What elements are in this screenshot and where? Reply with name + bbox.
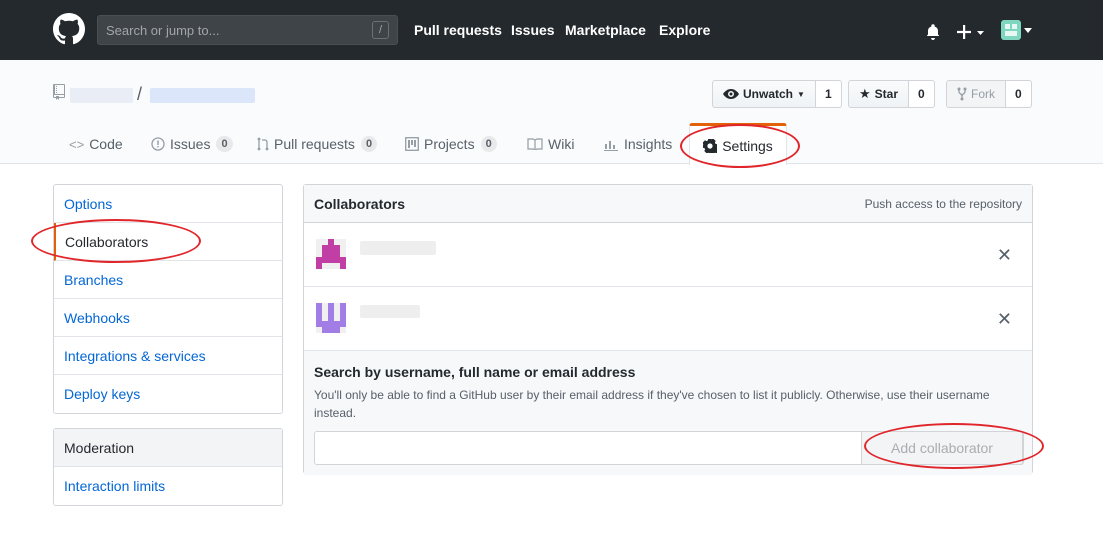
sidebar-item-deploy-keys[interactable]: Deploy keys: [54, 375, 282, 413]
collaborators-panel-header: Collaborators Push access to the reposit…: [304, 185, 1032, 223]
tab-code[interactable]: <> Code: [69, 124, 123, 164]
pull-requests-count-badge: 0: [360, 136, 378, 152]
tab-issues-label: Issues: [170, 136, 211, 152]
tab-insights[interactable]: Insights: [604, 124, 672, 164]
nav-marketplace[interactable]: Marketplace: [565, 22, 646, 38]
issue-icon: [151, 137, 165, 151]
fork-label: Fork: [971, 87, 995, 101]
tab-code-label: Code: [89, 136, 123, 152]
project-icon: [405, 137, 419, 151]
collaborator-row: ✕: [304, 287, 1032, 351]
search-shortcut-key: /: [372, 21, 389, 39]
tab-pull-requests-label: Pull requests: [274, 136, 355, 152]
code-icon: <>: [69, 136, 85, 152]
nav-issues[interactable]: Issues: [511, 22, 555, 38]
projects-count-badge: 0: [480, 136, 497, 152]
repo-icon: [53, 84, 65, 100]
sidebar-item-options[interactable]: Options: [54, 185, 282, 223]
redacted-username[interactable]: [360, 305, 420, 318]
tab-insights-label: Insights: [624, 136, 673, 152]
sidebar-item-interaction-limits[interactable]: Interaction limits: [54, 467, 282, 505]
fork-count[interactable]: 0: [1006, 80, 1032, 108]
eye-icon: [723, 89, 739, 99]
avatar[interactable]: [316, 303, 346, 333]
sidebar-item-branches[interactable]: Branches: [54, 261, 282, 299]
issues-count-badge: 0: [216, 136, 233, 152]
redacted-owner-name[interactable]: [70, 88, 133, 103]
avatar[interactable]: [1001, 20, 1021, 40]
watch-count[interactable]: 1: [815, 80, 842, 108]
search-placeholder: Search or jump to...: [106, 23, 220, 38]
top-header: Search or jump to... / Pull requests Iss…: [0, 0, 1103, 60]
watch-button-group: Unwatch ▼ 1: [712, 80, 842, 108]
collaborators-annotation-circle: [31, 219, 201, 263]
unwatch-label: Unwatch: [743, 87, 794, 101]
tab-issues[interactable]: Issues 0: [151, 124, 233, 164]
collaborators-title: Collaborators: [314, 195, 406, 212]
repo-path-separator: /: [137, 84, 143, 104]
redacted-repo-name[interactable]: [150, 88, 255, 103]
moderation-heading: Moderation: [54, 429, 282, 467]
star-button-group: ★ Star 0: [848, 80, 935, 108]
search-input[interactable]: Search or jump to... /: [97, 15, 398, 45]
star-count[interactable]: 0: [909, 80, 935, 108]
redacted-username[interactable]: [360, 241, 436, 255]
sidebar-item-webhooks[interactable]: Webhooks: [54, 299, 282, 337]
pull-request-icon: [257, 137, 269, 151]
tab-wiki-label: Wiki: [548, 136, 575, 152]
tab-wiki[interactable]: Wiki: [527, 124, 574, 164]
book-icon: [527, 138, 543, 150]
add-collaborator-annotation-circle: [864, 423, 1044, 469]
bell-icon[interactable]: [926, 24, 940, 40]
star-label: Star: [874, 87, 898, 101]
github-logo-icon[interactable]: [53, 13, 85, 45]
sidebar-item-integrations-services[interactable]: Integrations & services: [54, 337, 282, 375]
star-icon: ★: [859, 86, 871, 101]
chevron-down-icon: ▼: [797, 89, 805, 99]
fork-button[interactable]: Fork: [946, 80, 1006, 108]
graph-icon: [604, 141, 618, 151]
settings-sidebar: Options Collaborators Branches Webhooks …: [53, 184, 283, 414]
avatar[interactable]: [316, 239, 346, 269]
settings-annotation-circle: [680, 124, 800, 168]
star-button[interactable]: ★ Star: [848, 80, 909, 108]
collaborator-row: ✕: [304, 223, 1032, 287]
tab-pull-requests[interactable]: Pull requests 0: [257, 124, 378, 164]
plus-dropdown-icon[interactable]: [957, 24, 985, 40]
fork-button-group: Fork 0: [946, 80, 1032, 108]
chevron-down-icon[interactable]: [1024, 28, 1032, 33]
nav-pull-requests[interactable]: Pull requests: [414, 22, 502, 38]
add-collaborator-help: You'll only be able to find a GitHub use…: [314, 388, 990, 420]
collaborators-subtitle: Push access to the repository: [864, 196, 1022, 211]
remove-collaborator-icon[interactable]: ✕: [997, 309, 1012, 330]
remove-collaborator-icon[interactable]: ✕: [997, 245, 1012, 266]
unwatch-button[interactable]: Unwatch ▼: [712, 80, 816, 108]
tab-projects-label: Projects: [424, 136, 475, 152]
nav-explore[interactable]: Explore: [659, 22, 710, 38]
add-collaborator-title: Search by username, full name or email a…: [314, 364, 636, 380]
moderation-sidebar: Moderation Interaction limits: [53, 428, 283, 506]
tab-projects[interactable]: Projects 0: [405, 124, 497, 164]
fork-icon: [957, 87, 967, 101]
